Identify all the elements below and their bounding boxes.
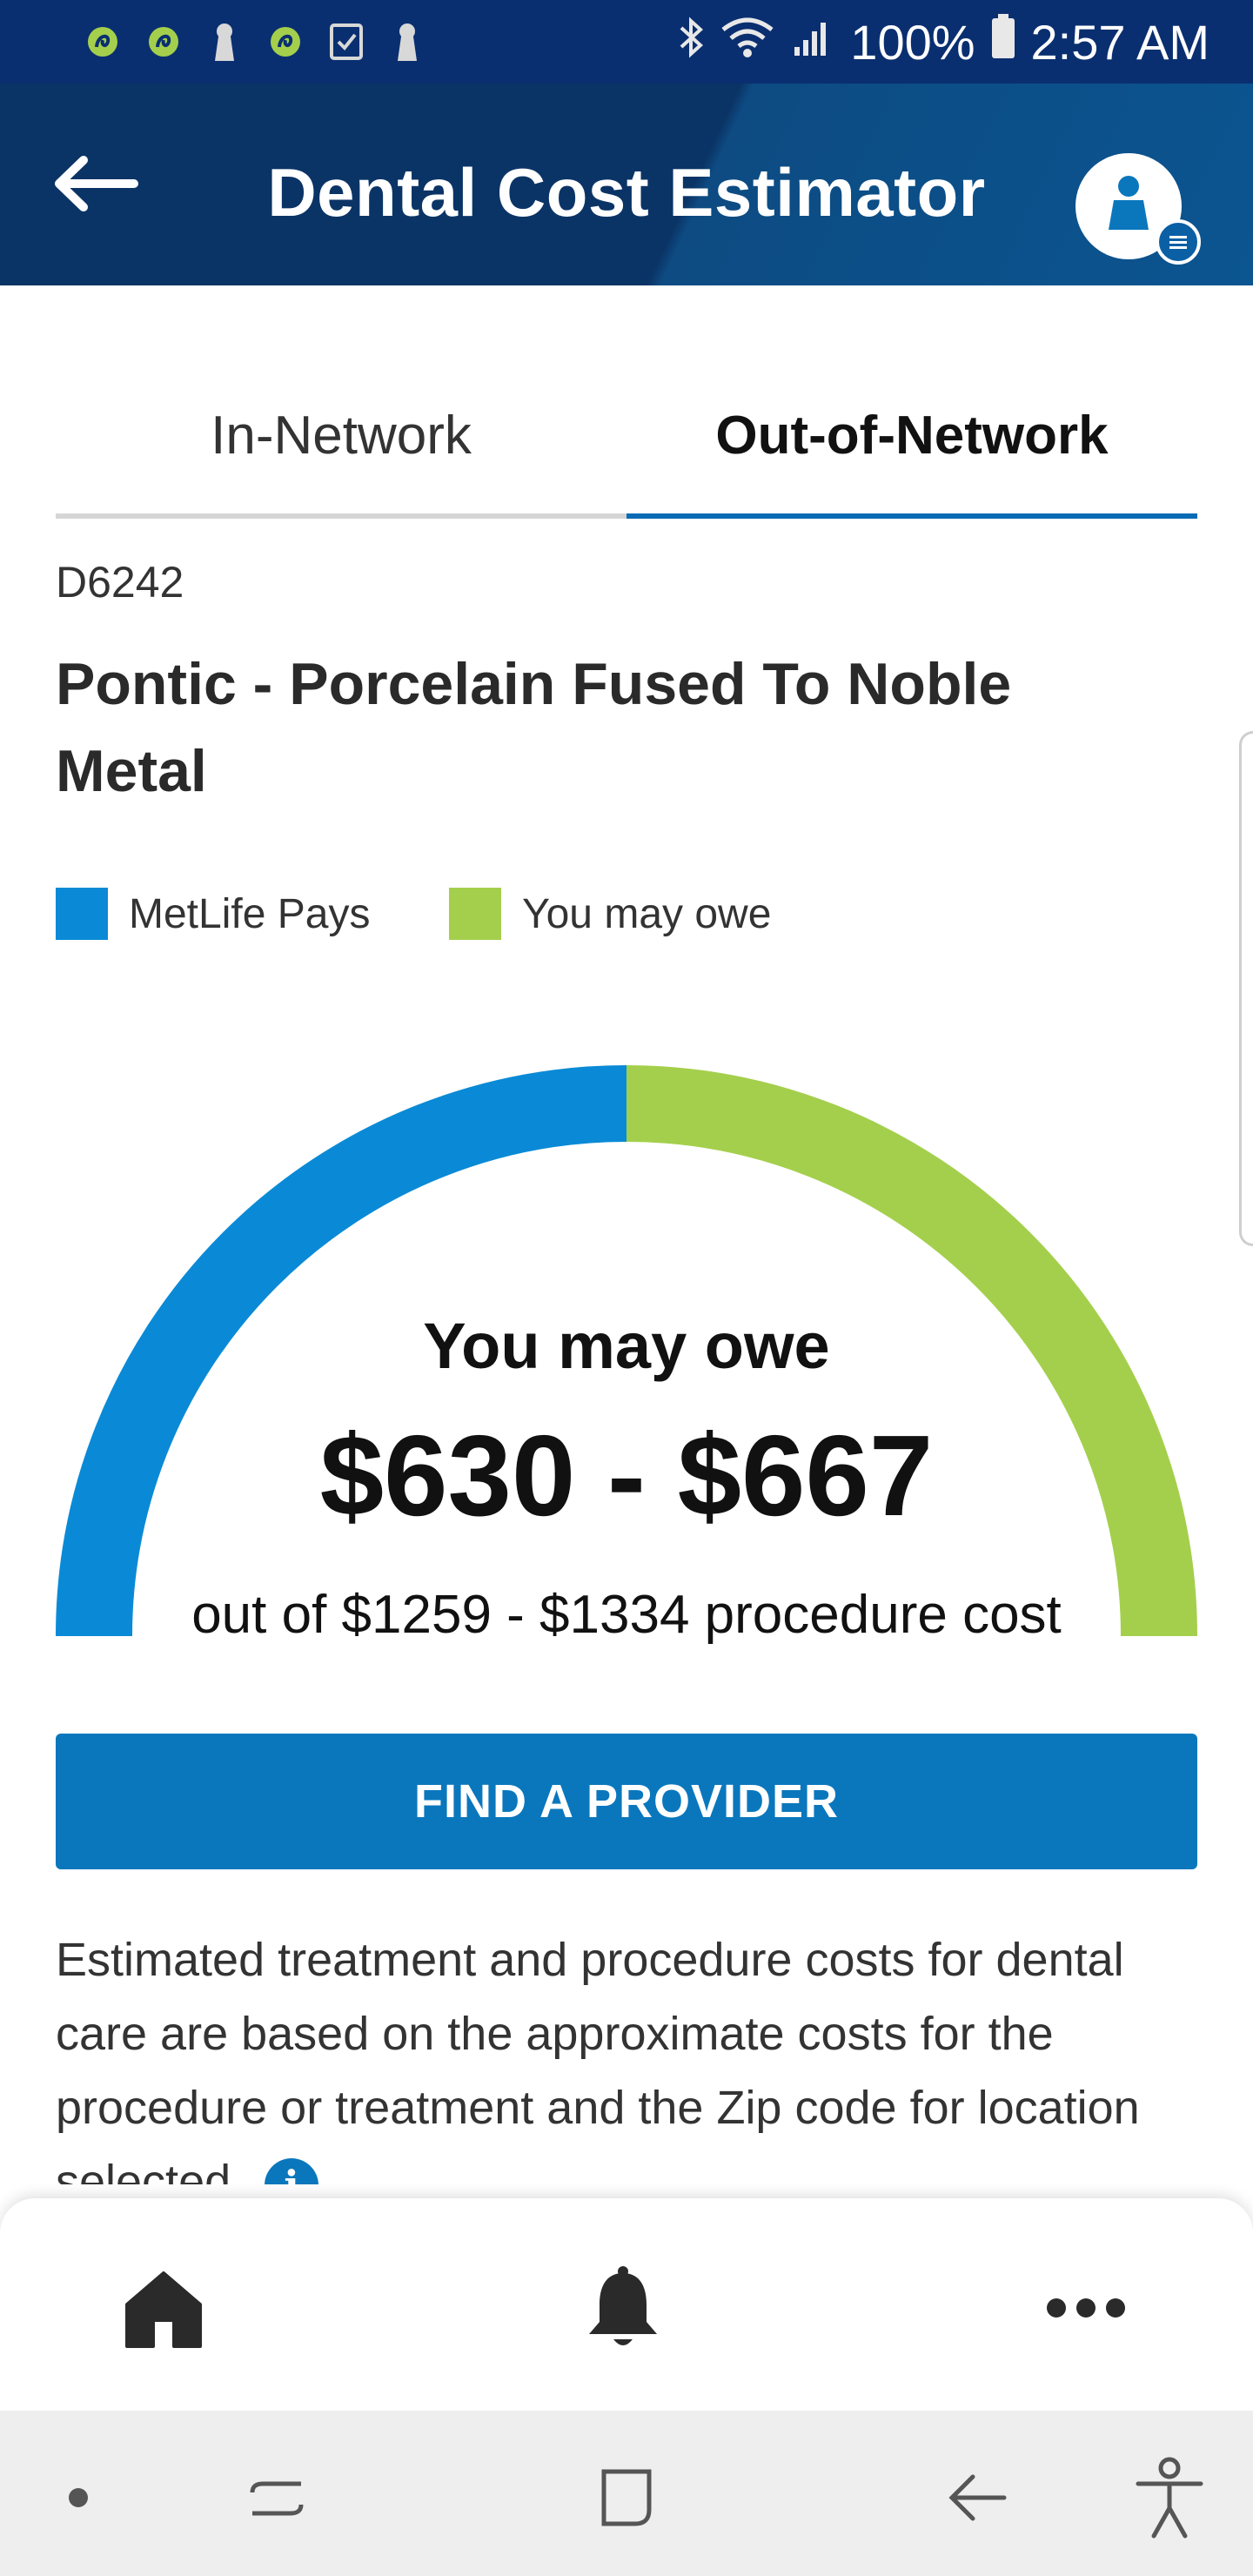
bell-icon [589, 2266, 657, 2345]
gauge-label: You may owe [423, 1310, 830, 1382]
lock-icon [202, 19, 247, 64]
accessibility-icon[interactable] [1126, 2454, 1213, 2541]
app-notification-icon [141, 19, 186, 64]
disclaimer-text: Estimated treatment and procedure costs … [56, 1923, 1213, 2184]
dot-icon[interactable] [35, 2454, 122, 2541]
legend-swatch [449, 888, 501, 940]
page-title: Dental Cost Estimator [267, 154, 986, 231]
legend-label: MetLife Pays [129, 890, 371, 937]
system-status: 100% 2:57 AM [678, 10, 1209, 73]
checkbox-icon [324, 19, 369, 64]
app-notification-icon [80, 19, 125, 64]
disclaimer-container: Estimated treatment and procedure costs … [56, 1923, 1213, 2184]
clock: 2:57 AM [1030, 14, 1209, 70]
disclaimer-body: Estimated treatment and procedure costs … [56, 1934, 1140, 2184]
tab-active-indicator [626, 513, 1197, 519]
legend-item-you-may-owe: You may owe [449, 888, 771, 940]
home-icon [125, 2271, 202, 2348]
app-bar: Dental Cost Estimator [0, 84, 1253, 285]
tab-in-network[interactable]: In-Network [56, 366, 626, 505]
app-notification-icon [263, 19, 308, 64]
procedure-code: D6242 [56, 558, 184, 607]
notifications-button[interactable] [571, 2256, 675, 2360]
legend-item-metlife-pays: MetLife Pays [56, 888, 370, 940]
legend-label: You may owe [522, 890, 772, 937]
find-provider-button[interactable]: FIND A PROVIDER [56, 1734, 1197, 1869]
bottom-navigation [0, 2198, 1253, 2411]
battery-percent: 100% [850, 14, 975, 70]
procedure-title: Pontic - Porcelain Fused To Noble Metal [56, 651, 1012, 804]
home-button[interactable] [111, 2256, 216, 2360]
recent-apps-icon[interactable] [233, 2454, 320, 2541]
home-square-icon[interactable] [583, 2454, 670, 2541]
back-nav-icon[interactable] [935, 2454, 1022, 2541]
lock-icon [385, 19, 430, 64]
notification-icons [80, 19, 430, 64]
battery-icon [991, 13, 1015, 70]
more-button[interactable] [1034, 2256, 1138, 2360]
edge-panel-handle[interactable] [1239, 731, 1253, 1246]
bluetooth-icon [678, 14, 704, 70]
system-navigation-bar [0, 2411, 1253, 2576]
legend-swatch [56, 888, 108, 940]
signal-icon [791, 14, 834, 70]
menu-badge-icon [1156, 219, 1201, 265]
status-bar: 100% 2:57 AM [0, 0, 1253, 84]
tab-out-of-network[interactable]: Out-of-Network [626, 366, 1197, 505]
tab-underline [56, 513, 626, 519]
info-icon[interactable]: i [265, 2157, 319, 2184]
wifi-icon [720, 14, 775, 70]
more-icon [1047, 2298, 1125, 2318]
procedure-cost-range: out of $1259 - $1334 procedure cost [191, 1585, 1062, 1645]
owe-range: $630 - $667 [319, 1412, 934, 1540]
